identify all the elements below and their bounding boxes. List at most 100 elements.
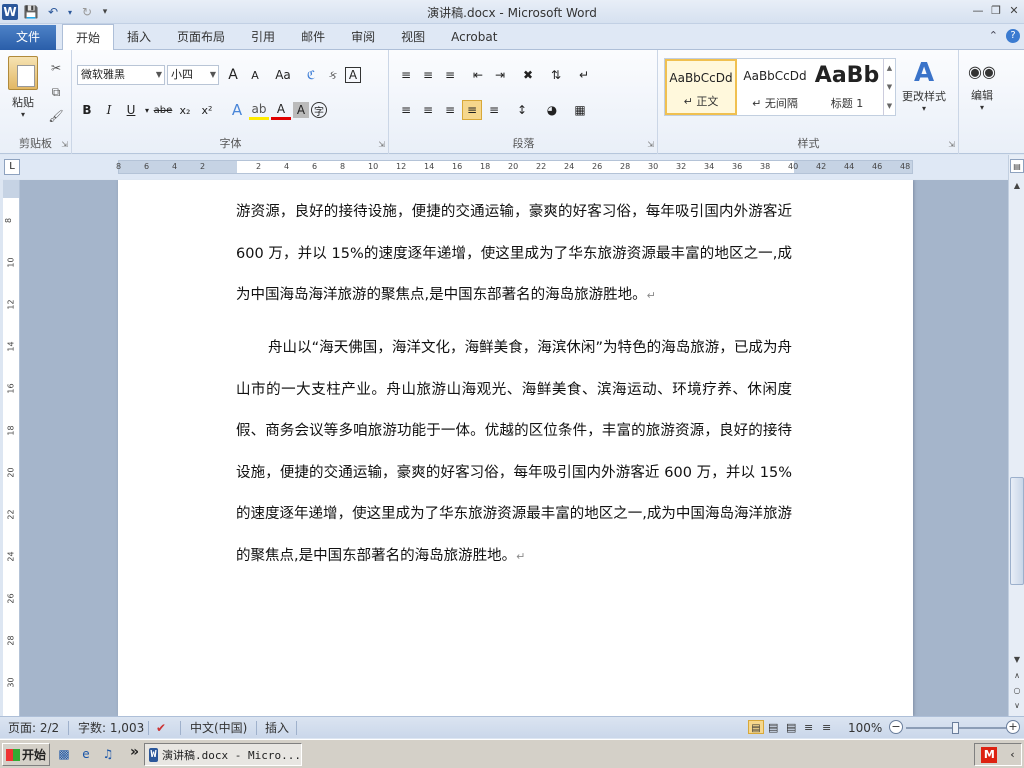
style-normal[interactable]: AaBbCcDd ↵ 正文 [665,59,737,115]
proofing-icon[interactable]: ✔ [156,720,166,736]
media-icon[interactable]: ♫ [100,746,116,762]
underline-button[interactable]: U [121,100,141,120]
language[interactable]: 中文(中国) [190,720,247,736]
scroll-thumb[interactable] [1010,477,1024,585]
tab-insert[interactable]: 插入 [114,24,164,50]
tray-expand-icon[interactable]: ‹ [1010,748,1014,761]
paste-button[interactable]: 粘贴 ▾ [8,56,38,119]
increase-indent-icon[interactable]: ⇥ [490,65,510,85]
paragraph-1[interactable]: 游资源，良好的接待设施，便捷的交通运输，豪爽的好客习俗，每年吸引国内外游客近 6… [236,192,792,318]
zoom-level[interactable]: 100% [848,720,882,736]
select-browse-object-icon[interactable]: ○ [1010,684,1024,698]
minimize-ribbon-icon[interactable]: ⌃ [989,29,998,43]
font-size-combo[interactable]: 小四 ▼ [167,65,219,85]
tab-page-layout[interactable]: 页面布局 [164,24,238,50]
scroll-down-icon[interactable]: ▼ [1010,653,1024,667]
align-right-icon[interactable]: ≡ [440,100,460,120]
zoom-slider-knob[interactable] [952,722,959,734]
full-screen-reading-icon[interactable]: ▤ [768,720,778,736]
tab-selector-icon[interactable]: L [4,159,20,175]
chevron-up-icon[interactable]: ▲ [887,64,892,72]
char-border-icon[interactable]: A [345,67,361,83]
clipboard-launcher-icon[interactable]: ⇲ [61,140,68,149]
show-desktop-icon[interactable]: ▩ [56,746,72,762]
style-heading-1[interactable]: AaBb 标题 1 [811,59,883,115]
highlight-icon[interactable]: ab [249,100,269,120]
chevron-down-icon[interactable]: ▼ [887,83,892,91]
task-button-word[interactable]: W 演讲稿.docx - Micro... [144,743,302,766]
text-effects-icon[interactable]: A [227,100,247,120]
borders-icon[interactable]: ▦ [570,100,590,120]
show-marks-icon[interactable]: ↵ [574,65,594,85]
page-count[interactable]: 页面: 2/2 [8,720,59,736]
strikethrough-button[interactable]: abe [153,100,173,120]
ruler-toggle-icon[interactable]: ▤ [1010,159,1024,173]
start-button[interactable]: 开始 [2,743,50,766]
restore-icon[interactable]: ❐ [988,2,1004,18]
document-page[interactable]: 游资源，良好的接待设施，便捷的交通运输，豪爽的好客习俗，每年吸引国内外游客近 6… [118,180,913,716]
sort-icon[interactable]: ⇅ [546,65,566,85]
tab-references[interactable]: 引用 [238,24,288,50]
vertical-scrollbar[interactable]: ▤ ▲ ▼ ∧ ○ ∨ [1008,155,1024,716]
change-styles-button[interactable]: A 更改样式 ▾ [902,58,946,113]
enclose-char-icon[interactable]: 字 [311,102,327,118]
decrease-indent-icon[interactable]: ⇤ [468,65,488,85]
internet-explorer-icon[interactable]: e [78,746,94,762]
paste-dropdown-icon[interactable]: ▾ [21,110,25,119]
bullets-icon[interactable]: ≡ [396,65,416,85]
bold-button[interactable]: B [77,100,97,120]
font-family-dropdown-icon[interactable]: ▼ [156,66,162,84]
distributed-icon[interactable]: ≡ [484,100,504,120]
format-painter-icon[interactable]: 🖌 [48,108,64,124]
taskbar-chevron[interactable]: » [130,744,139,760]
justify-icon[interactable]: ≡ [462,100,482,120]
cut-icon[interactable]: ✂ [48,60,64,76]
editing-button[interactable]: ◉◉ 编辑 ▾ [968,62,996,112]
styles-launcher-icon[interactable]: ⇲ [948,140,955,149]
word-count[interactable]: 字数: 1,003 [78,720,144,736]
ruler-strip[interactable]: 8 6 4 2 2 4 6 8 10 12 14 16 18 20 22 24 26 28 30 32 34 36 38 40… [116,160,913,174]
tab-acrobat[interactable]: Acrobat [438,24,510,50]
numbering-icon[interactable]: ≡ [418,65,438,85]
outline-icon[interactable]: ≡ [804,720,813,736]
italic-button[interactable]: I [99,100,119,120]
underline-dropdown-icon[interactable]: ▾ [143,100,151,120]
more-icon[interactable]: ▼ [887,102,892,110]
style-no-spacing[interactable]: AaBbCcDd ↵ 无间隔 [739,59,811,115]
scroll-up-icon[interactable]: ▲ [1010,179,1024,193]
tab-file[interactable]: 文件 [0,25,56,50]
line-spacing-icon[interactable]: ↕ [512,100,532,120]
draft-icon[interactable]: ≡ [822,720,831,736]
next-page-icon[interactable]: ∨ [1010,699,1024,713]
chinese-layout-icon[interactable]: ✖ [518,65,538,85]
shading-icon[interactable]: ◕ [542,100,562,120]
subscript-button[interactable]: x₂ [175,100,195,120]
print-layout-icon[interactable]: ▤ [748,720,764,734]
zoom-out-button[interactable]: − [889,720,903,734]
copy-icon[interactable]: ⧉ [48,84,64,100]
paragraph-2[interactable]: 舟山以“海天佛国，海洋文化，海鲜美食，海滨休闲”为特色的海岛旅游，已成为舟山市的… [236,328,792,577]
tab-view[interactable]: 视图 [388,24,438,50]
font-family-combo[interactable]: 微软雅黑 ▼ [77,65,165,85]
grow-font-icon[interactable]: A [223,65,243,85]
prev-page-icon[interactable]: ∧ [1010,669,1024,683]
font-color-icon[interactable]: A [271,100,291,120]
paragraph-launcher-icon[interactable]: ⇲ [647,140,654,149]
font-launcher-icon[interactable]: ⇲ [378,140,385,149]
close-icon[interactable]: ✕ [1006,2,1022,18]
mcafee-icon[interactable]: M [981,746,998,763]
align-center-icon[interactable]: ≡ [418,100,438,120]
superscript-button[interactable]: x² [197,100,217,120]
insert-mode[interactable]: 插入 [265,720,289,736]
align-left-icon[interactable]: ≡ [396,100,416,120]
phonetic-guide-icon[interactable]: ક [323,65,343,85]
tab-home[interactable]: 开始 [62,24,115,51]
minimize-icon[interactable]: — [970,2,986,18]
font-size-dropdown-icon[interactable]: ▼ [210,66,216,84]
shrink-font-icon[interactable]: A [245,65,265,85]
zoom-in-button[interactable]: + [1006,720,1020,734]
clear-format-icon[interactable]: ℭ [301,65,321,85]
change-case-icon[interactable]: Aa [273,65,293,85]
web-layout-icon[interactable]: ▤ [786,720,796,736]
help-icon[interactable]: ? [1006,29,1020,43]
